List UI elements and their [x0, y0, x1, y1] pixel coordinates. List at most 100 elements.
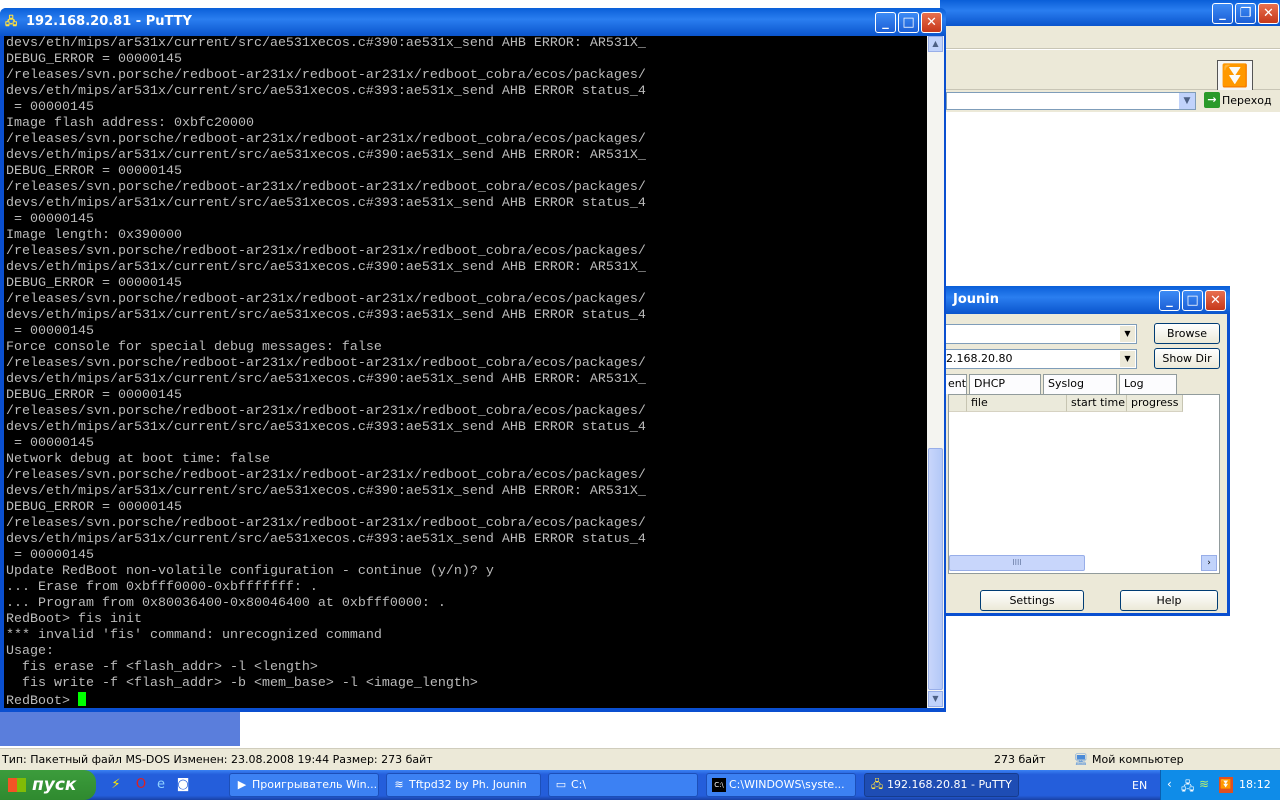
horizontal-scrollbar-thumb[interactable]: IIII: [949, 555, 1085, 571]
taskbar-item-label: C:\WINDOWS\syste...: [729, 778, 845, 791]
help-button[interactable]: Help: [1120, 590, 1218, 611]
terminal-line: Image flash address: 0xbfc20000: [6, 116, 254, 131]
column-header-peer[interactable]: [949, 395, 967, 412]
settings-button[interactable]: Settings: [980, 590, 1084, 611]
terminal-line: DEBUG_ERROR = 00000145: [6, 276, 182, 291]
putty-window: 🖧 192.168.20.81 - PuTTY _ □ ✕ devs/eth/m…: [0, 8, 946, 712]
language-indicator[interactable]: EN: [1132, 779, 1147, 792]
column-header-progress[interactable]: progress: [1127, 395, 1183, 412]
terminal-line: /releases/svn.porsche/redboot-ar231x/red…: [6, 404, 646, 419]
download-master-tray-icon[interactable]: ⏬: [1219, 777, 1233, 793]
terminal-line: fis write -f <flash_addr> -b <mem_base> …: [6, 676, 478, 691]
quicklaunch-app-icon[interactable]: ◙: [175, 777, 191, 793]
terminal-line: = 00000145: [6, 436, 94, 451]
terminal-line: /releases/svn.porsche/redboot-ar231x/red…: [6, 244, 646, 259]
close-button[interactable]: ✕: [1205, 290, 1226, 311]
terminal-line: DEBUG_ERROR = 00000145: [6, 500, 182, 515]
minimize-button[interactable]: _: [1212, 3, 1233, 24]
quicklaunch-ie-icon[interactable]: e: [153, 777, 169, 793]
transfer-list[interactable]: file start time progress IIII ›: [948, 394, 1220, 574]
vertical-scrollbar[interactable]: ▲ ▼: [927, 36, 944, 708]
status-file-size: 273 байт: [994, 753, 1046, 766]
maximize-button[interactable]: □: [1182, 290, 1203, 311]
scroll-up-arrow[interactable]: ▲: [928, 36, 943, 52]
scroll-down-arrow[interactable]: ▼: [928, 691, 943, 707]
close-button[interactable]: ✕: [921, 12, 942, 33]
terminal-line: /releases/svn.porsche/redboot-ar231x/red…: [6, 468, 646, 483]
restore-button[interactable]: ❐: [1235, 3, 1256, 24]
taskbar-item-label: C:\: [571, 778, 587, 791]
tab-log-viewer[interactable]: Log viewer: [1119, 374, 1177, 408]
minimize-button[interactable]: _: [875, 12, 896, 33]
server-interface-combo[interactable]: 2.168.20.80 ▼: [943, 349, 1137, 369]
putty-icon: 🖧: [870, 778, 884, 791]
media-player-icon: ▶: [237, 778, 247, 791]
window-title: Jounin: [953, 292, 999, 307]
address-input[interactable]: ▼: [946, 92, 1196, 110]
terminal-line: Update RedBoot non-volatile configuratio…: [6, 564, 494, 579]
tab-tftp-client[interactable]: ent: [943, 374, 967, 394]
taskbar-item-cmd[interactable]: C:\ C:\WINDOWS\syste...: [706, 773, 856, 797]
taskbar-item-media-player[interactable]: ▶ Проигрыватель Win...: [229, 773, 379, 797]
window-title: 192.168.20.81 - PuTTY: [26, 14, 192, 29]
column-header-file[interactable]: file: [967, 395, 1067, 412]
terminal-output[interactable]: devs/eth/mips/ar531x/current/src/ae531xe…: [4, 36, 927, 708]
show-dir-button[interactable]: Show Dir: [1154, 348, 1220, 369]
explorer-status-bar: Тип: Пакетный файл MS-DOS Изменен: 23.08…: [0, 748, 1280, 770]
taskbar-item-label: 192.168.20.81 - PuTTY: [887, 778, 1012, 791]
network-icon[interactable]: 🖧: [1181, 777, 1194, 798]
go-arrow-icon[interactable]: →: [1204, 92, 1220, 108]
terminal-line: devs/eth/mips/ar531x/current/src/ae531xe…: [6, 260, 646, 275]
terminal-line: = 00000145: [6, 324, 94, 339]
close-button[interactable]: ✕: [1258, 3, 1279, 24]
tab-syslog-server[interactable]: Syslog server: [1043, 374, 1117, 408]
status-file-info: Тип: Пакетный файл MS-DOS Изменен: 23.08…: [2, 753, 433, 766]
tftpd-title-bar: Jounin _ □ ✕: [943, 286, 1230, 314]
current-directory-combo[interactable]: ▼: [943, 324, 1137, 344]
taskbar-item-putty[interactable]: 🖧 192.168.20.81 - PuTTY: [864, 773, 1019, 797]
terminal-cursor: [77, 692, 86, 706]
column-header-start-time[interactable]: start time: [1067, 395, 1127, 412]
terminal-line: /releases/svn.porsche/redboot-ar231x/red…: [6, 516, 646, 531]
quicklaunch-flash-icon[interactable]: ⚡: [108, 777, 124, 793]
tftpd-window: Jounin _ □ ✕ ▼ 2.168.20.80 ▼ Browse Show…: [940, 286, 1230, 616]
maximize-button[interactable]: □: [898, 12, 919, 33]
scroll-right-arrow[interactable]: ›: [1201, 555, 1217, 571]
terminal-prompt: RedBoot>: [6, 694, 78, 708]
status-location: Мой компьютер: [1092, 753, 1184, 766]
taskbar-item-label: Tftpd32 by Ph. Jounin: [409, 778, 527, 791]
terminal-line: devs/eth/mips/ar531x/current/src/ae531xe…: [6, 148, 646, 163]
minimize-button[interactable]: _: [1159, 290, 1180, 311]
chevron-down-icon[interactable]: ▼: [1120, 326, 1135, 342]
terminal-line: devs/eth/mips/ar531x/current/src/ae531xe…: [6, 196, 646, 211]
explorer-menu-bar: ⊞: [940, 26, 1280, 74]
tab-dhcp-server[interactable]: DHCP server: [969, 374, 1041, 408]
tftpd-tray-icon[interactable]: ≋: [1199, 777, 1209, 791]
explorer-sidebar-panel: [0, 712, 240, 746]
taskbar-item-tftpd32[interactable]: ≋ Tftpd32 by Ph. Jounin: [386, 773, 541, 797]
terminal-line: DEBUG_ERROR = 00000145: [6, 388, 182, 403]
start-label: пуск: [32, 775, 77, 795]
tftpd-icon: ≋: [394, 778, 404, 791]
terminal-line: devs/eth/mips/ar531x/current/src/ae531xe…: [6, 532, 646, 547]
browse-button[interactable]: Browse: [1154, 323, 1220, 344]
clock[interactable]: 18:12: [1239, 778, 1271, 791]
tray-expand-icon[interactable]: ‹: [1167, 777, 1172, 791]
chevron-down-icon[interactable]: ▼: [1120, 351, 1135, 367]
go-button[interactable]: Переход: [1222, 94, 1272, 107]
scrollbar-thumb[interactable]: [928, 448, 943, 690]
terminal-line: /releases/svn.porsche/redboot-ar231x/red…: [6, 356, 646, 371]
chevron-down-icon[interactable]: ▼: [1179, 93, 1195, 109]
server-interface-value: 2.168.20.80: [946, 352, 1013, 365]
putty-icon: 🖧: [5, 15, 18, 28]
terminal-line: RedBoot> fis init: [6, 612, 142, 627]
terminal-line: devs/eth/mips/ar531x/current/src/ae531xe…: [6, 84, 646, 99]
putty-title-bar[interactable]: 🖧 192.168.20.81 - PuTTY _ □ ✕: [0, 8, 946, 36]
start-button[interactable]: пуск: [0, 770, 96, 800]
taskbar-item-explorer[interactable]: ▭ C:\: [548, 773, 698, 797]
terminal-line: devs/eth/mips/ar531x/current/src/ae531xe…: [6, 308, 646, 323]
terminal-prompt-line: RedBoot>: [6, 692, 925, 708]
taskbar: пуск ⚡ O e ◙ ▶ Проигрыватель Win... ≋ Tftp…: [0, 770, 1280, 800]
terminal-line: Network debug at boot time: false: [6, 452, 270, 467]
quicklaunch-opera-icon[interactable]: O: [133, 777, 149, 793]
